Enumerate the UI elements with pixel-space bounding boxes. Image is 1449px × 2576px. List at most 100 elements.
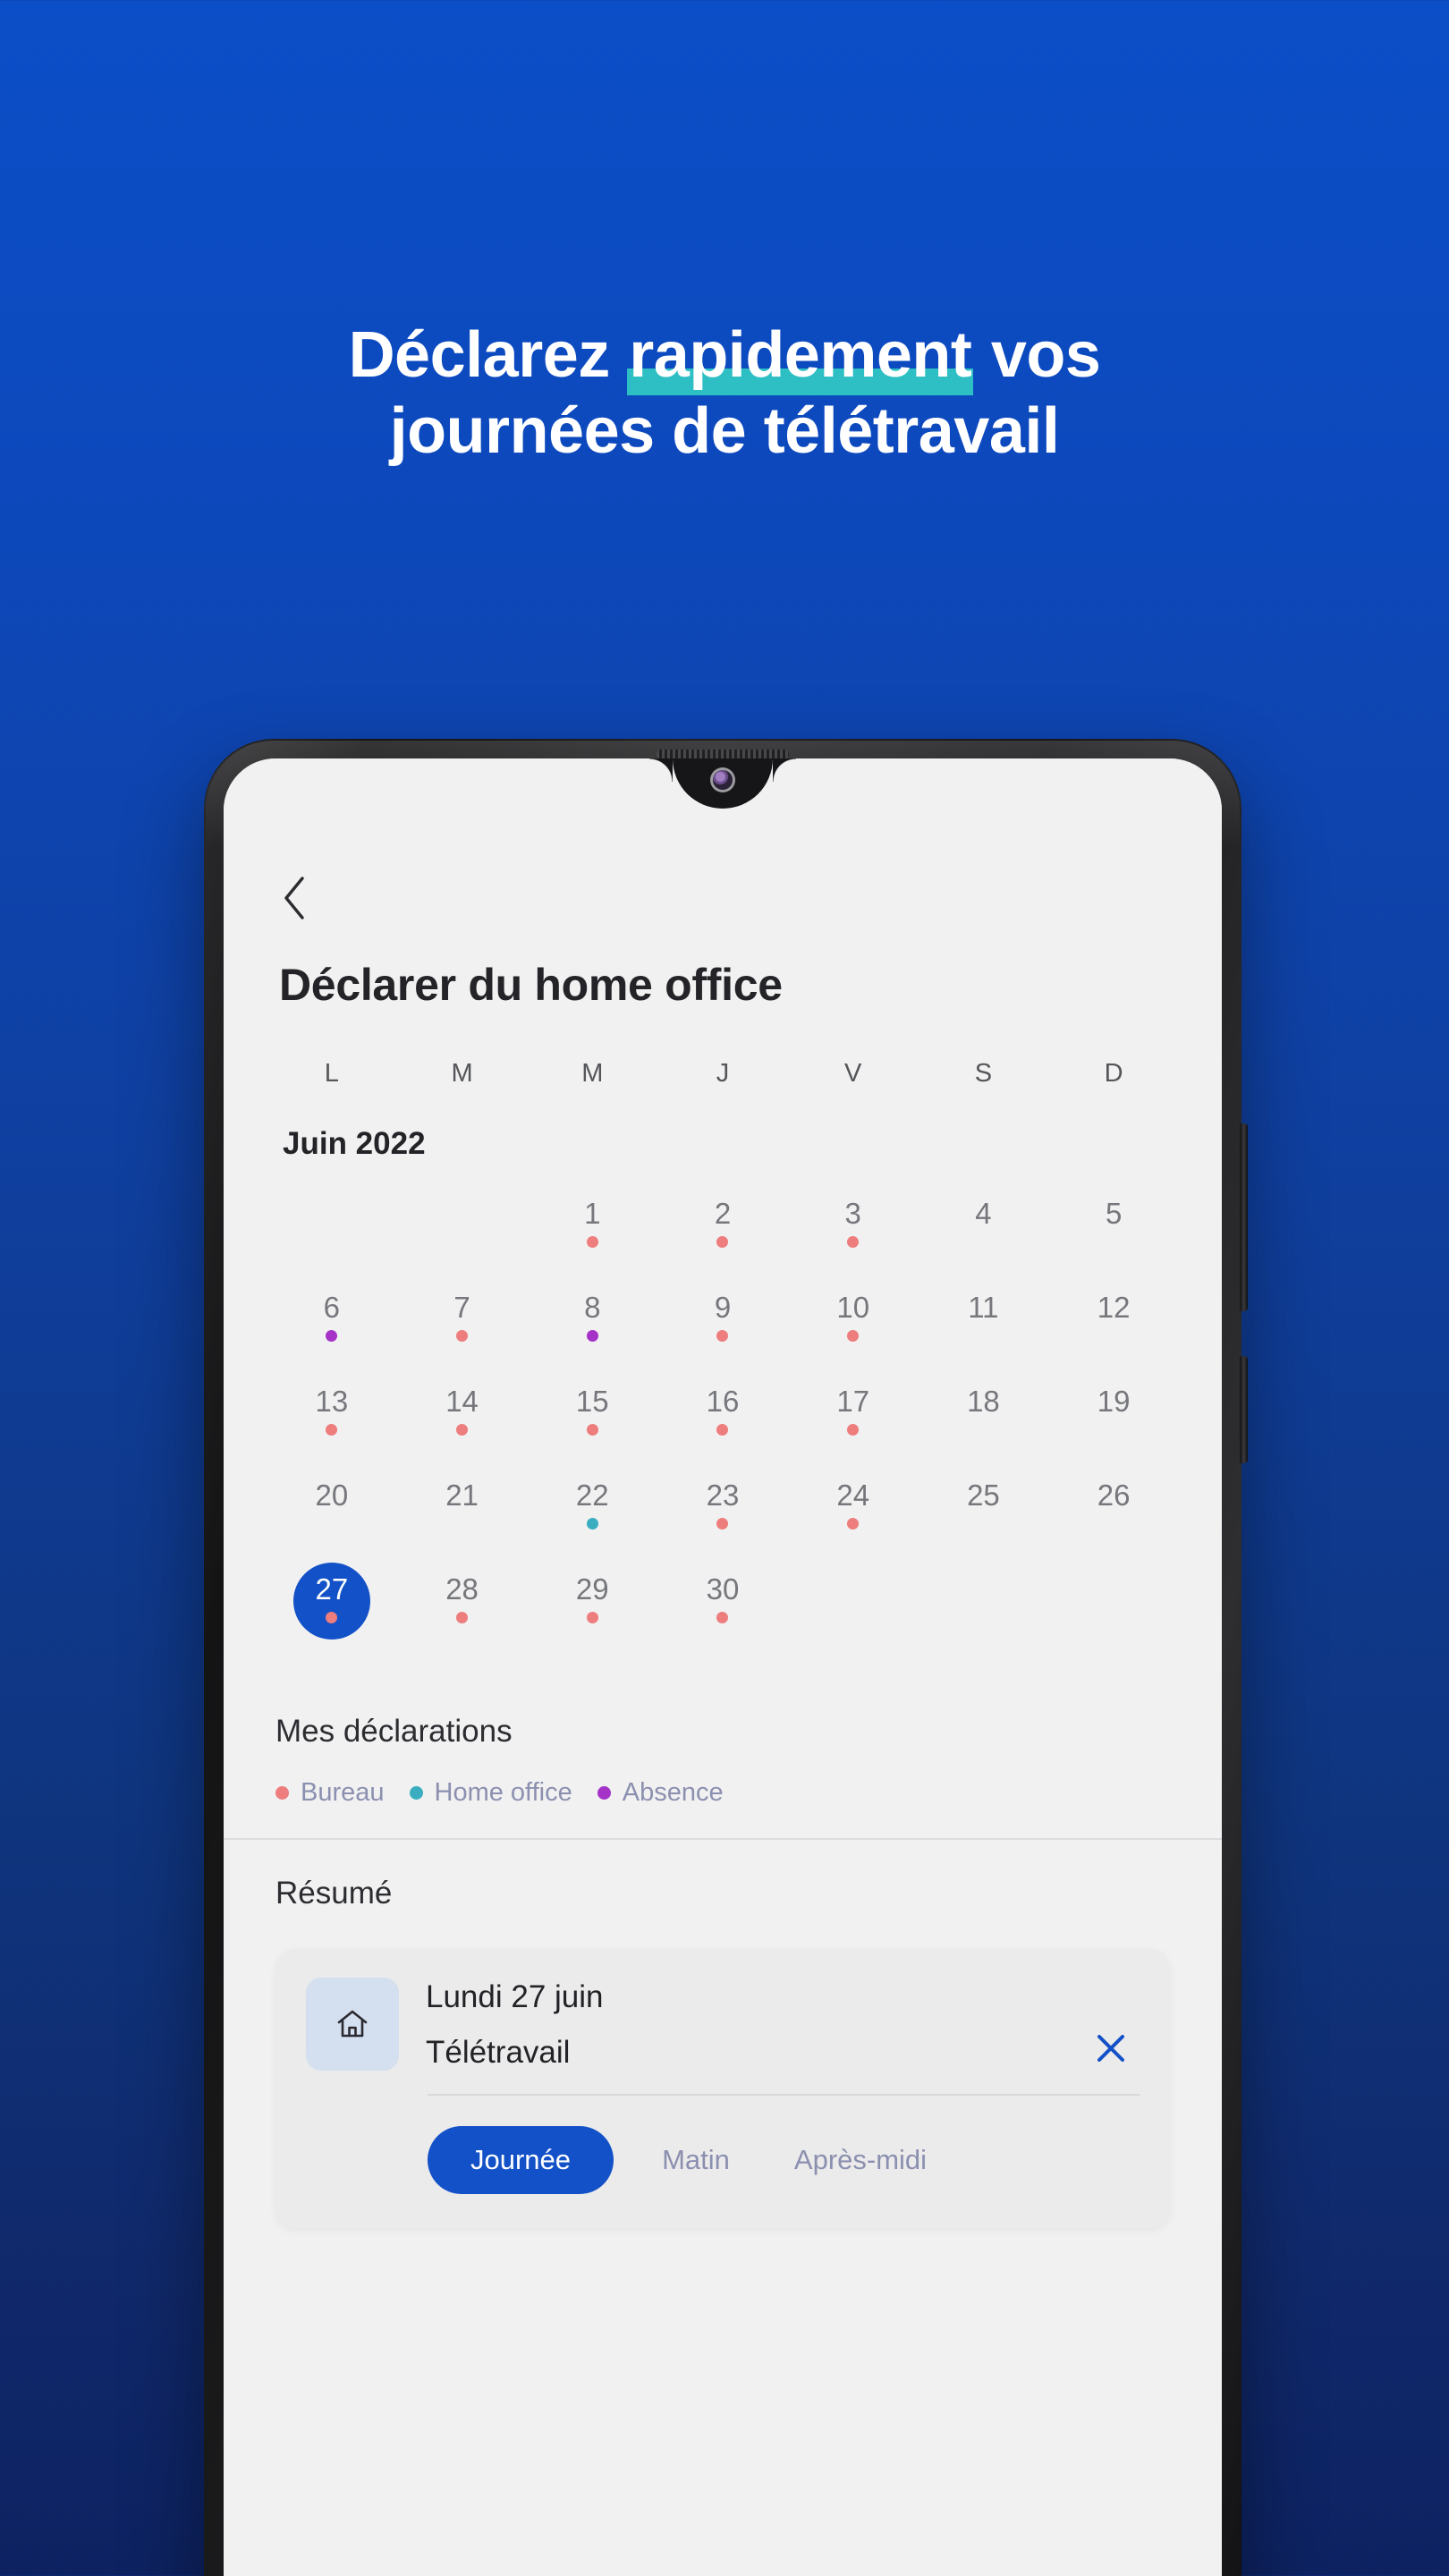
- calendar-day-26[interactable]: 26: [1048, 1470, 1179, 1554]
- weekday-label: L: [324, 1059, 339, 1088]
- calendar: L M M J V S D Juin 2022 1 2 3 4 5 6 7 8 9 10 11 12 1…: [267, 1059, 1179, 1648]
- phone-power-button[interactable]: [1240, 1356, 1248, 1463]
- card-divider: [428, 2094, 1140, 2096]
- calendar-day-28[interactable]: 28: [397, 1564, 528, 1648]
- calendar-day-number: 2: [714, 1196, 732, 1230]
- calendar-day-9[interactable]: 9: [657, 1283, 788, 1366]
- calendar-day-1[interactable]: 1: [527, 1189, 657, 1272]
- headline-highlight: rapidement: [627, 318, 974, 395]
- calendar-day-dot-none: [978, 1330, 989, 1342]
- legend-dot-icon: [275, 1786, 289, 1800]
- calendar-day-number: 20: [315, 1478, 349, 1512]
- close-icon[interactable]: [1082, 1978, 1140, 2071]
- calendar-day-7[interactable]: 7: [397, 1283, 528, 1366]
- calendar-day-empty: [397, 1189, 528, 1272]
- declarations-legend-section: Mes déclarations Bureau Home office Absenc…: [224, 1714, 1222, 1838]
- calendar-day-number: 10: [836, 1290, 870, 1324]
- weekday-label: M: [451, 1059, 473, 1088]
- calendar-day-3[interactable]: 3: [788, 1189, 919, 1272]
- calendar-day-14[interactable]: 14: [397, 1377, 528, 1460]
- calendar-day-dot-bureau: [847, 1518, 860, 1530]
- calendar-day-number: 14: [445, 1384, 479, 1418]
- calendar-day-4[interactable]: 4: [919, 1189, 1049, 1272]
- calendar-day-dot-none: [456, 1518, 468, 1530]
- calendar-day-dot-bureau: [716, 1330, 729, 1342]
- weekday-label: M: [581, 1059, 604, 1088]
- resume-section: Résumé Lundi 27 juin Télétravail Journée…: [224, 1840, 1222, 2228]
- headline-highlight-text: rapidement: [629, 319, 972, 391]
- calendar-day-27[interactable]: 27: [267, 1563, 397, 1648]
- calendar-day-number: 28: [445, 1572, 479, 1606]
- calendar-day-dot-bureau: [716, 1518, 729, 1530]
- declaration-day: Lundi 27 juin: [426, 1979, 604, 2014]
- calendar-day-23[interactable]: 23: [657, 1470, 788, 1554]
- calendar-day-dot-bureau: [716, 1424, 729, 1436]
- calendar-day-dot-bureau: [716, 1612, 729, 1623]
- headline-text-after: vos: [973, 319, 1101, 391]
- calendar-day-number: 6: [323, 1290, 341, 1324]
- calendar-day-2[interactable]: 2: [657, 1189, 788, 1272]
- legend-label: Absence: [622, 1778, 724, 1807]
- calendar-day-number: [919, 1564, 1049, 1604]
- calendar-day-number: 11: [968, 1290, 999, 1324]
- calendar-day-number: [1048, 1564, 1179, 1604]
- daypart-segmented-control: Journée Matin Après-midi: [428, 2126, 1140, 2194]
- weekday-label: S: [974, 1059, 993, 1088]
- calendar-day-empty: [919, 1564, 1049, 1648]
- calendar-day-13[interactable]: 13: [267, 1377, 397, 1460]
- chevron-left-icon[interactable]: [279, 875, 309, 921]
- calendar-day-dot-homeoffice: [586, 1518, 598, 1530]
- calendar-day-empty: [267, 1189, 397, 1272]
- calendar-day-21[interactable]: 21: [397, 1470, 528, 1554]
- headline-text-before: Déclarez: [348, 319, 628, 391]
- declaration-card[interactable]: Lundi 27 juin Télétravail Journée Matin Ap…: [275, 1949, 1170, 2228]
- calendar-day-number: 22: [575, 1478, 609, 1512]
- calendar-day-dot-none: [1108, 1236, 1120, 1248]
- calendar-day-19[interactable]: 19: [1048, 1377, 1179, 1460]
- calendar-day-number: 16: [706, 1384, 740, 1418]
- declaration-texts: Lundi 27 juin Télétravail: [426, 1978, 1055, 2071]
- calendar-day-dot-absence: [326, 1330, 338, 1342]
- calendar-day-22[interactable]: 22: [527, 1470, 657, 1554]
- calendar-day-number: 1: [584, 1196, 601, 1230]
- calendar-day-dot-none: [1108, 1612, 1120, 1623]
- phone-mockup: Déclarer du home office L M M J V S D Ju…: [204, 739, 1248, 2576]
- calendar-day-20[interactable]: 20: [267, 1470, 397, 1554]
- calendar-day-dot-bureau: [716, 1236, 729, 1248]
- calendar-day-5[interactable]: 5: [1048, 1189, 1179, 1272]
- calendar-day-10[interactable]: 10: [788, 1283, 919, 1366]
- app-content: Déclarer du home office L M M J V S D Ju…: [224, 758, 1222, 2576]
- calendar-day-number: [788, 1564, 919, 1604]
- legend-item: Bureau: [275, 1778, 385, 1808]
- legend-item: Home office: [409, 1778, 572, 1808]
- calendar-day-dot-none: [978, 1612, 989, 1623]
- home-icon: [306, 1978, 399, 2071]
- calendar-day-8[interactable]: 8: [527, 1283, 657, 1366]
- calendar-day-dot-bureau: [847, 1424, 860, 1436]
- calendar-day-30[interactable]: 30: [657, 1564, 788, 1648]
- calendar-day-dot-bureau: [847, 1236, 860, 1248]
- calendar-day-dot-none: [456, 1236, 468, 1248]
- calendar-day-24[interactable]: 24: [788, 1470, 919, 1554]
- phone-volume-button[interactable]: [1240, 1123, 1248, 1311]
- calendar-day-18[interactable]: 18: [919, 1377, 1049, 1460]
- calendar-day-15[interactable]: 15: [527, 1377, 657, 1460]
- segment-button-matin[interactable]: Matin: [614, 2126, 778, 2194]
- calendar-day-number: 12: [1097, 1290, 1131, 1324]
- calendar-day-number: 4: [975, 1196, 992, 1230]
- calendar-day-17[interactable]: 17: [788, 1377, 919, 1460]
- legend-item: Absence: [597, 1778, 724, 1808]
- calendar-day-16[interactable]: 16: [657, 1377, 788, 1460]
- calendar-day-6[interactable]: 6: [267, 1283, 397, 1366]
- calendar-day-29[interactable]: 29: [527, 1564, 657, 1648]
- calendar-day-12[interactable]: 12: [1048, 1283, 1179, 1366]
- calendar-day-dot-none: [326, 1236, 337, 1248]
- calendar-day-dot-none: [1108, 1424, 1120, 1436]
- calendar-day-number: 27: [315, 1572, 349, 1606]
- calendar-day-empty: [788, 1564, 919, 1648]
- segment-button-apr-s-midi[interactable]: Après-midi: [778, 2126, 943, 2194]
- legend-dot-icon: [597, 1786, 611, 1800]
- segment-button-journ-e[interactable]: Journée: [428, 2126, 614, 2194]
- calendar-day-25[interactable]: 25: [919, 1470, 1049, 1554]
- calendar-day-11[interactable]: 11: [919, 1283, 1049, 1366]
